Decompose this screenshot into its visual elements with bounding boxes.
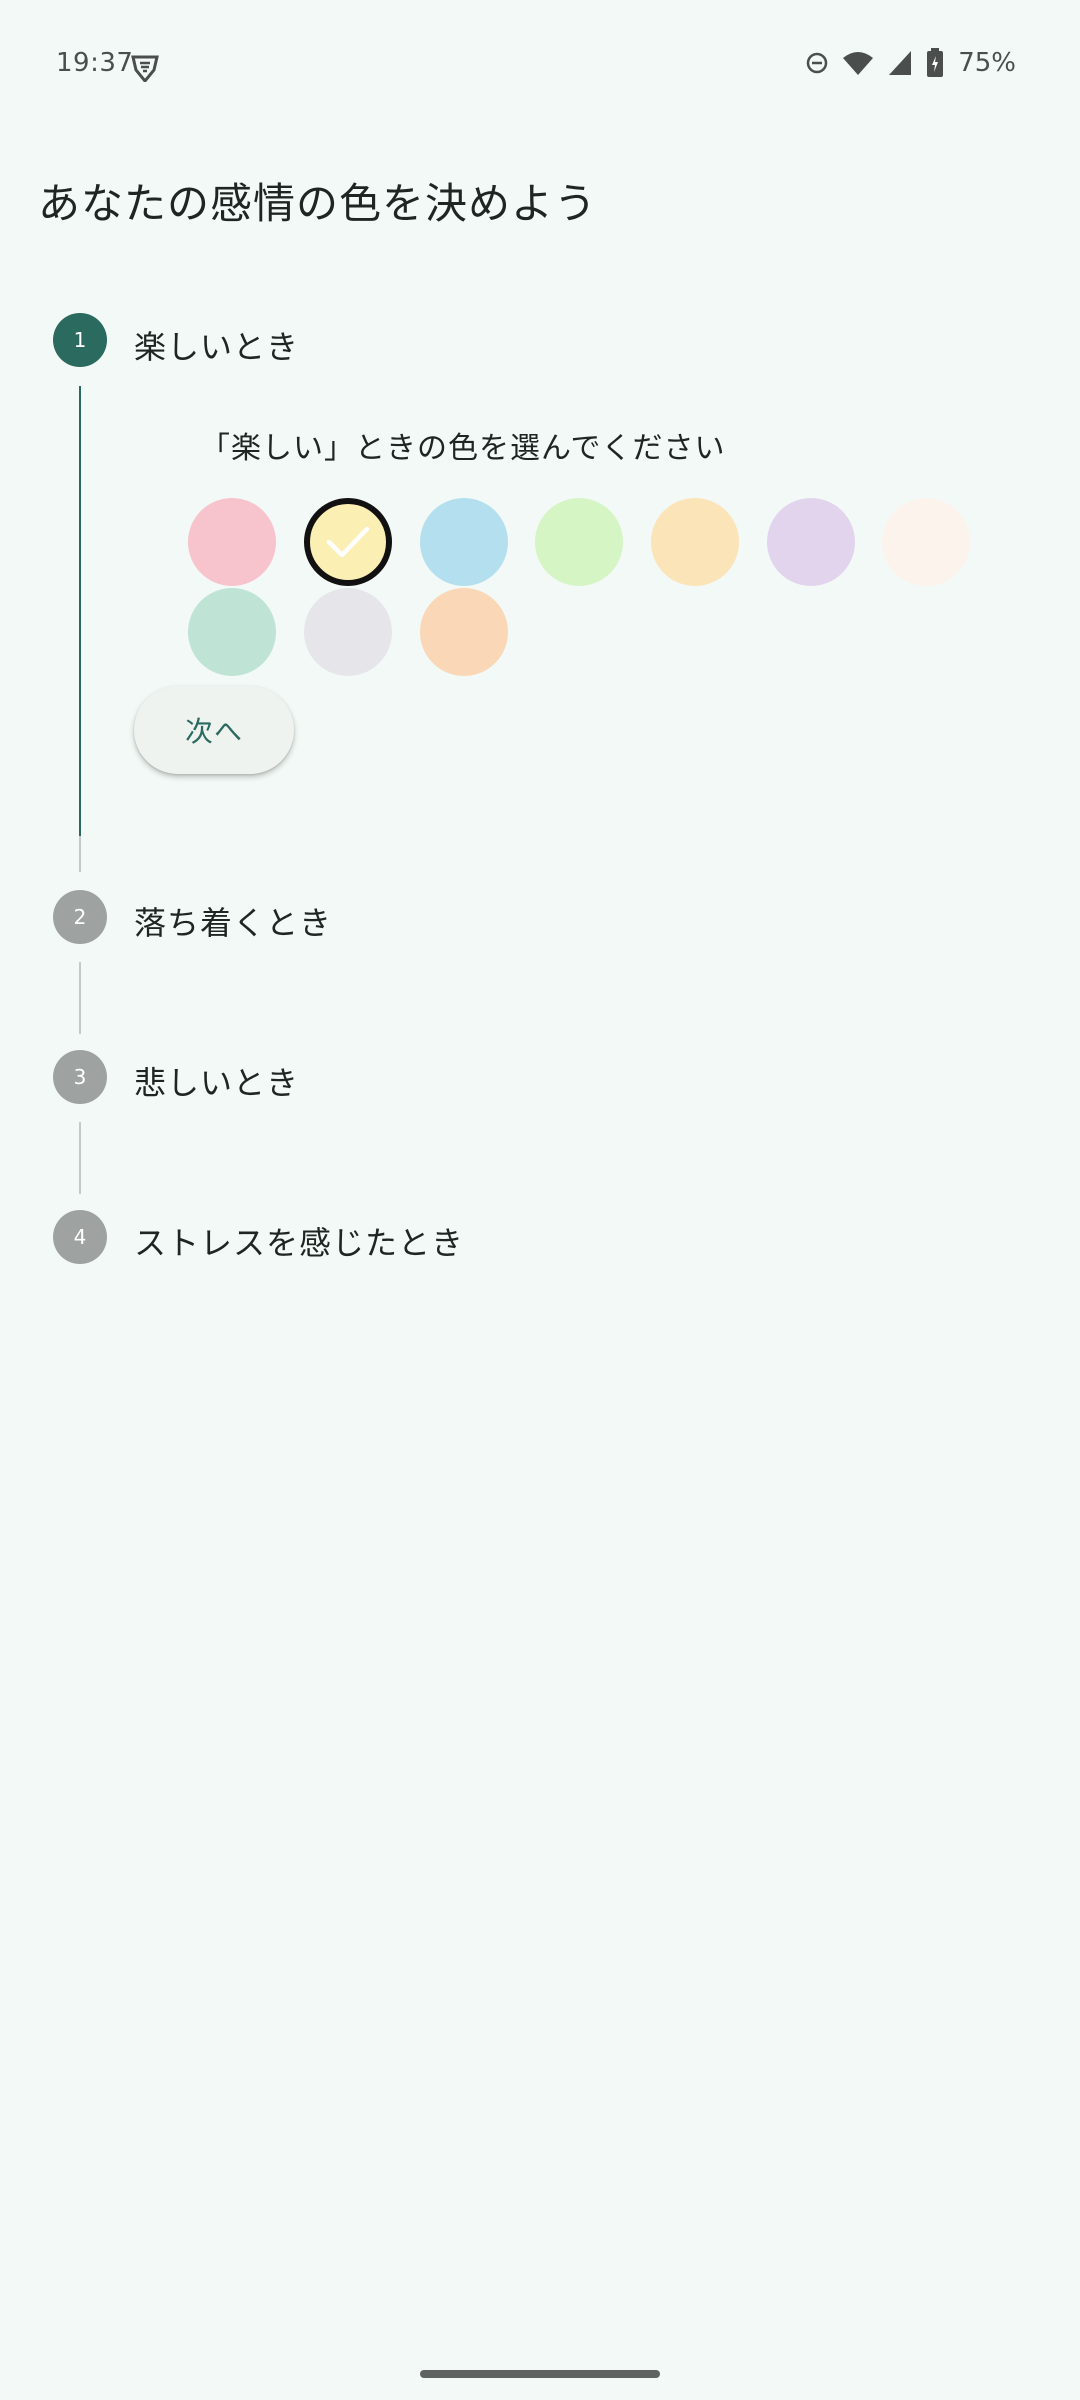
color-prompt: 「楽しい」ときの色を選んでください [200,431,726,466]
step-2-indicator[interactable]: 2 [53,890,107,944]
status-time: 19:37 [56,48,134,78]
status-bar: 19:37 75% [0,0,1080,136]
page-title: あなたの感情の色を決めよう [38,179,598,228]
status-icons: 75% [806,48,1016,78]
color-swatch[interactable] [304,588,392,676]
step-2-label[interactable]: 落ち着くとき [134,898,332,944]
step-3-indicator[interactable]: 3 [53,1050,107,1104]
step-4-label[interactable]: ストレスを感じたとき [134,1218,464,1264]
color-swatch[interactable] [188,588,276,676]
check-icon [326,526,370,558]
next-button[interactable]: 次へ [134,686,294,774]
cell-signal-icon [888,50,912,76]
home-indicator[interactable] [420,2370,660,2378]
step-1-label[interactable]: 楽しいとき [134,322,299,368]
step-3-label[interactable]: 悲しいとき [134,1058,299,1104]
step-3-number: 3 [73,1065,87,1089]
step-3-connector [79,1122,81,1194]
color-swatch-selected[interactable] [304,498,392,586]
color-swatch[interactable] [420,498,508,586]
battery-icon [926,48,944,78]
color-swatch[interactable] [535,498,623,586]
dnd-icon [806,52,828,74]
color-swatch[interactable] [188,498,276,586]
step-4-number: 4 [73,1225,87,1249]
step-1-connector [79,836,81,872]
color-swatch[interactable] [767,498,855,586]
step-2-number: 2 [73,905,87,929]
color-swatch[interactable] [882,498,970,586]
wifi-icon [842,50,874,76]
vpn-shield-icon [130,54,160,84]
step-1-number: 1 [73,328,87,352]
color-swatch[interactable] [420,588,508,676]
step-2-connector [79,962,81,1034]
color-swatch[interactable] [651,498,739,586]
battery-percent: 75% [958,48,1016,78]
step-1-indicator[interactable]: 1 [53,313,107,367]
step-4-indicator[interactable]: 4 [53,1210,107,1264]
step-1-connector-active [79,386,81,836]
